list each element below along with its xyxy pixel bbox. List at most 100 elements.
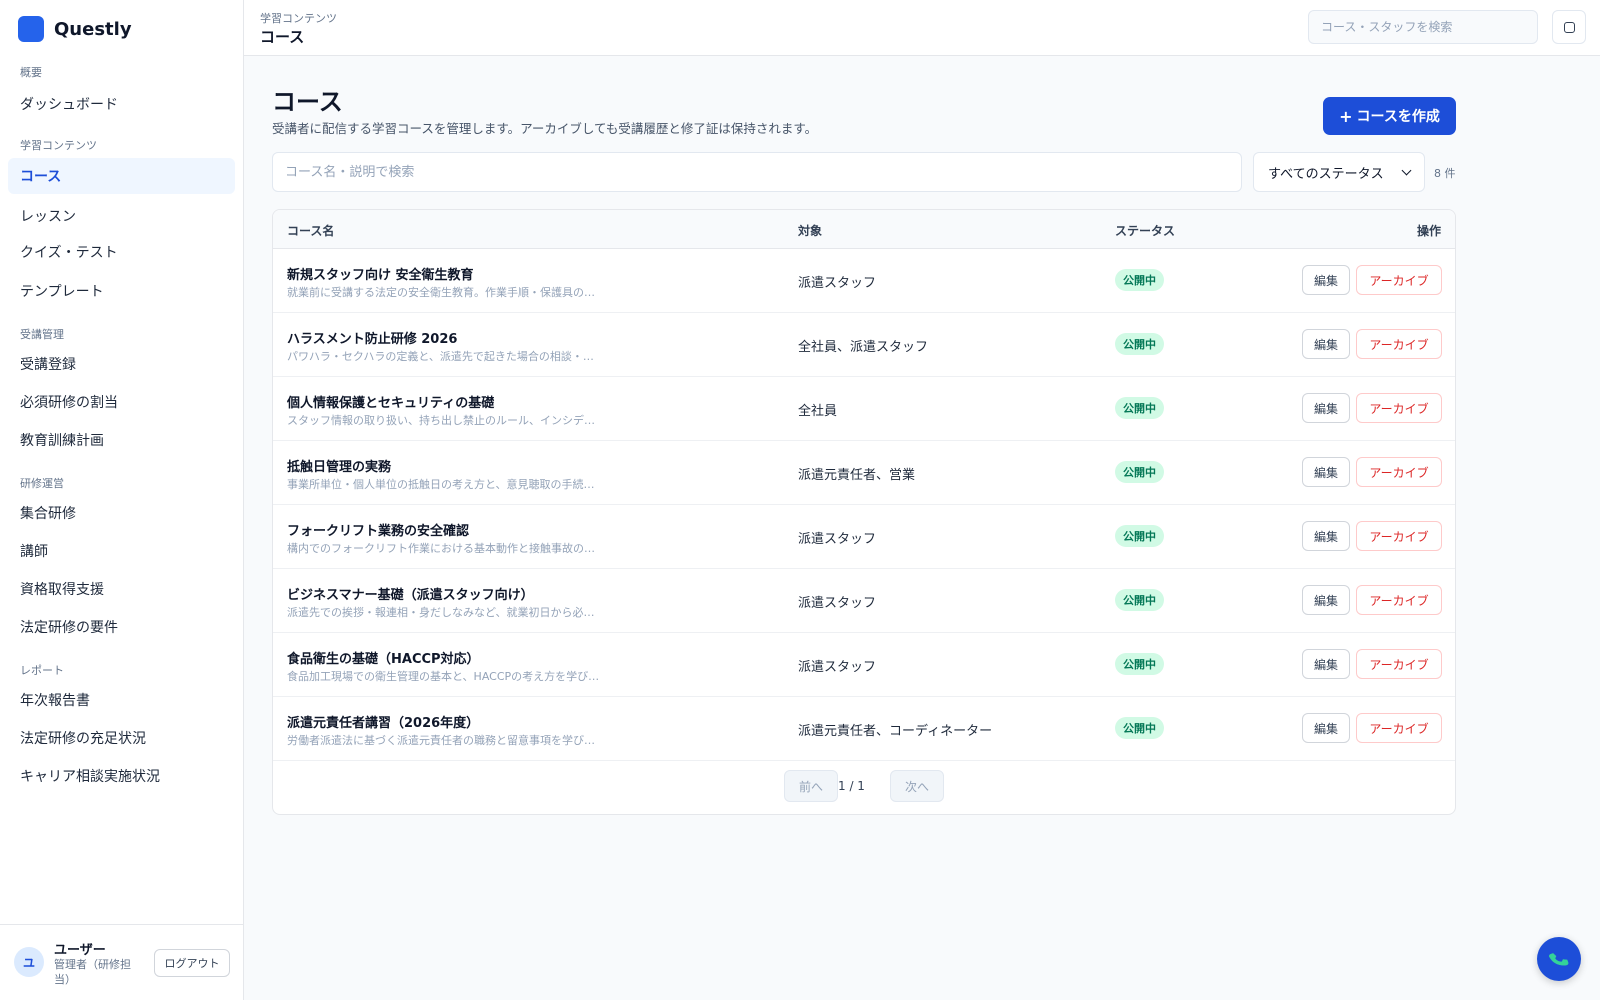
table-row[interactable]: 食品衛生の基礎（HACCP対応） 食品加工現場での衛生管理の基本と、HACCPの… [273,633,1455,697]
status-filter-select[interactable]: すべてのステータス [1253,152,1425,192]
status-badge: 公開中 [1115,589,1164,611]
archive-button[interactable]: アーカイブ [1356,457,1442,487]
course-description: 事業所単位・個人単位の抵触日の考え方と、意見聴取の手続… [287,478,595,491]
course-target: 派遣元責任者、営業 [798,468,916,483]
edit-button[interactable]: 編集 [1302,713,1350,743]
sidebar: Questly 概要 ダッシュボード 学習コンテンツ コース レッスン クイズ・… [0,0,244,1000]
column-header-target[interactable]: 対象 [798,222,822,239]
header-title: コース [260,28,305,46]
sidebar-item-training-plan[interactable]: 教育訓練計画 [8,422,235,458]
edit-button[interactable]: 編集 [1302,329,1350,359]
sidebar-item-enrollments[interactable]: 受講登録 [8,346,235,382]
archive-button[interactable]: アーカイブ [1356,393,1442,423]
user-role: 管理者（研修担当） [54,958,131,986]
course-title[interactable]: ビジネスマナー基礎（派遣スタッフ向け） [287,584,534,603]
table-row[interactable]: ビジネスマナー基礎（派遣スタッフ向け） 派遣先での挨拶・報連相・身だしなみなど、… [273,569,1455,633]
course-title[interactable]: フォークリフト業務の安全確認 [287,520,469,539]
sidebar-item-courses[interactable]: コース [8,158,235,194]
logout-button[interactable]: ログアウト [154,949,230,977]
sidebar-item-instructors[interactable]: 講師 [8,533,235,569]
user-area: ユ ユーザー 管理者（研修担当） ログアウト [0,924,244,1000]
nav-section-overview: 概要 [20,66,42,79]
course-title[interactable]: ハラスメント防止研修 2026 [287,328,457,347]
support-fab[interactable] [1537,937,1581,981]
status-badge: 公開中 [1115,397,1164,419]
course-description: 就業前に受講する法定の安全衛生教育。作業手順・保護具の… [287,286,595,299]
breadcrumb[interactable]: 学習コンテンツ [260,10,337,26]
edit-button[interactable]: 編集 [1302,393,1350,423]
archive-button[interactable]: アーカイブ [1356,713,1442,743]
sidebar-item-dashboard[interactable]: ダッシュボード [8,86,235,122]
create-course-button[interactable]: + コースを作成 [1323,97,1456,135]
edit-button[interactable]: 編集 [1302,649,1350,679]
archive-button[interactable]: アーカイブ [1356,329,1442,359]
sidebar-item-quizzes[interactable]: クイズ・テスト [8,234,235,270]
course-description: 構内でのフォークリフト作業における基本動作と接触事故の… [287,542,595,555]
avatar: ユ [14,947,44,977]
course-description: スタッフ情報の取り扱い、持ち出し禁止のルール、インシデ… [287,414,595,427]
course-target: 派遣スタッフ [798,660,877,675]
column-header-actions: 操作 [1416,224,1441,238]
archive-button[interactable]: アーカイブ [1356,585,1442,615]
sidebar-item-required-assignments[interactable]: 必須研修の割当 [8,384,235,420]
table-row[interactable]: 新規スタッフ向け 安全衛生教育 就業前に受講する法定の安全衛生教育。作業手順・保… [273,249,1455,313]
column-header-course[interactable]: コース名 [287,222,334,239]
header-icon-button[interactable] [1552,10,1586,44]
sidebar-item-legal-requirements[interactable]: 法定研修の要件 [8,609,235,645]
status-badge: 公開中 [1115,525,1164,547]
archive-button[interactable]: アーカイブ [1356,521,1442,551]
status-badge: 公開中 [1115,461,1164,483]
course-search-input[interactable] [272,152,1242,192]
course-title[interactable]: 新規スタッフ向け 安全衛生教育 [287,264,474,283]
table-header: コース名 対象 ステータス 操作 [273,210,1455,249]
course-table: コース名 対象 ステータス 操作 新規スタッフ向け 安全衛生教育 就業前に受講す… [272,209,1456,815]
nav-section-enrollment: 受講管理 [20,328,64,341]
course-title[interactable]: 抵触日管理の実務 [287,456,391,475]
course-target: 全社員 [798,404,838,419]
course-title[interactable]: 個人情報保護とセキュリティの基礎 [287,392,494,411]
status-filter-value: すべてのステータス [1268,166,1384,182]
course-title[interactable]: 食品衛生の基礎（HACCP対応） [287,648,480,667]
create-course-label: コースを作成 [1356,109,1440,125]
table-row[interactable]: 抵触日管理の実務 事業所単位・個人単位の抵触日の考え方と、意見聴取の手続… 派遣… [273,441,1455,505]
sidebar-item-career-consultation[interactable]: キャリア相談実施状況 [8,758,235,794]
table-row[interactable]: フォークリフト業務の安全確認 構内でのフォークリフト作業における基本動作と接触事… [273,505,1455,569]
course-title[interactable]: 派遣元責任者講習（2026年度） [287,712,479,731]
course-target: 派遣元責任者、コーディネーター [798,724,993,739]
page-description: 受講者に配信する学習コースを管理します。アーカイブしても受講履歴と修了証は保持さ… [272,121,818,136]
archive-button[interactable]: アーカイブ [1356,649,1442,679]
nav-section-operations: 研修運営 [20,477,64,490]
topbar: 学習コンテンツ コース [244,0,1600,56]
column-header-status[interactable]: ステータス [1115,222,1175,239]
course-description: 労働者派遣法に基づく派遣元責任者の職務と留意事項を学び… [287,734,595,747]
brand[interactable]: Questly [18,16,132,42]
pagination: 前へ 1 / 1 次へ [273,770,1455,810]
result-count: 8 件 [1434,167,1456,180]
sidebar-item-group-training[interactable]: 集合研修 [8,495,235,531]
edit-button[interactable]: 編集 [1302,521,1350,551]
nav-section-reports: レポート [20,664,64,677]
edit-button[interactable]: 編集 [1302,265,1350,295]
next-page-button[interactable]: 次へ [890,770,944,802]
sidebar-item-legal-fulfillment[interactable]: 法定研修の充足状況 [8,720,235,756]
plus-icon: + [1339,106,1353,126]
edit-button[interactable]: 編集 [1302,585,1350,615]
phone-icon [1549,953,1569,966]
nav-section-content: 学習コンテンツ [20,139,97,152]
table-row[interactable]: ハラスメント防止研修 2026 パワハラ・セクハラの定義と、派遣先で起きた場合の… [273,313,1455,377]
global-search-input[interactable] [1308,10,1538,44]
table-row[interactable]: 個人情報保護とセキュリティの基礎 スタッフ情報の取り扱い、持ち出し禁止のルール、… [273,377,1455,441]
square-icon [1563,21,1575,33]
prev-page-button[interactable]: 前へ [784,770,838,802]
user-name: ユーザー [54,943,106,958]
sidebar-item-annual-report[interactable]: 年次報告書 [8,682,235,718]
course-description: パワハラ・セクハラの定義と、派遣先で起きた場合の相談・… [287,350,594,363]
sidebar-item-qualification-support[interactable]: 資格取得支援 [8,571,235,607]
page-title: コース [272,88,343,116]
sidebar-item-templates[interactable]: テンプレート [8,273,235,309]
sidebar-item-lessons[interactable]: レッスン [8,198,235,234]
archive-button[interactable]: アーカイブ [1356,265,1442,295]
status-badge: 公開中 [1115,653,1164,675]
edit-button[interactable]: 編集 [1302,457,1350,487]
table-row[interactable]: 派遣元責任者講習（2026年度） 労働者派遣法に基づく派遣元責任者の職務と留意事… [273,697,1455,761]
